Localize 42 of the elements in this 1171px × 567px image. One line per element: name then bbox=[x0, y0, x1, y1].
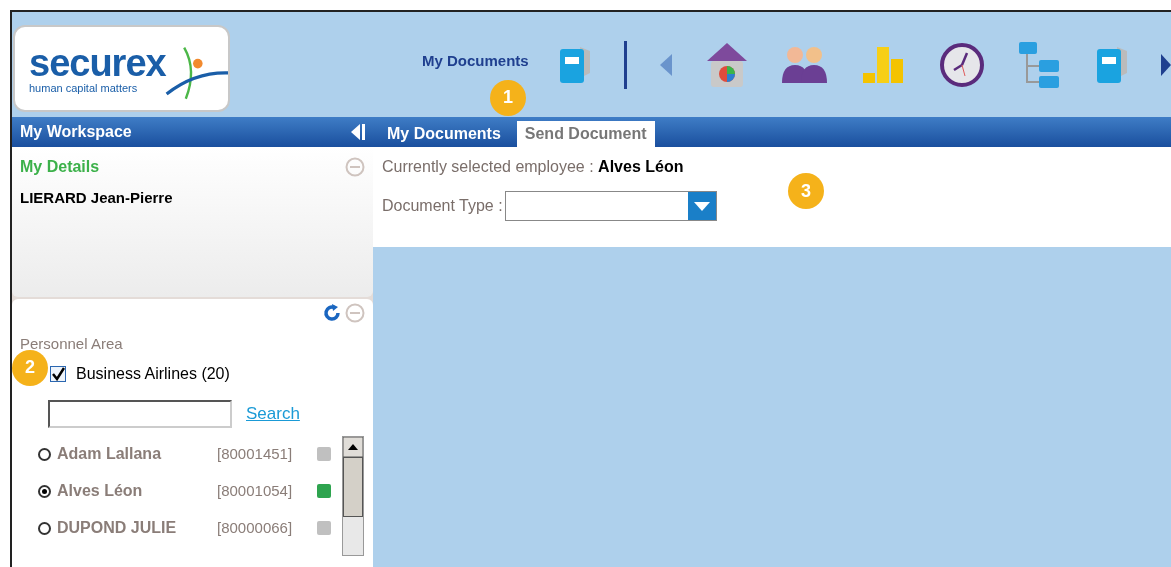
employee-id: [80001054] bbox=[217, 480, 294, 501]
page-title: My Documents bbox=[422, 50, 529, 71]
workspace-title: My Workspace bbox=[20, 122, 132, 142]
toolbar-separator bbox=[624, 40, 627, 89]
scroll-up-icon[interactable] bbox=[343, 436, 363, 457]
employee-id: [80000066] bbox=[217, 517, 294, 538]
right-arrow-icon[interactable] bbox=[1161, 52, 1171, 77]
logo-tagline: human capital matters bbox=[29, 81, 138, 94]
document-type-dropdown[interactable] bbox=[504, 191, 717, 221]
callout-badge: 2 bbox=[12, 349, 48, 386]
employee-row[interactable]: Adam Lallana [80001451] bbox=[20, 435, 342, 473]
tab[interactable]: My Documents bbox=[379, 121, 509, 147]
clock-icon[interactable] bbox=[939, 41, 985, 88]
employee-row[interactable]: DUPOND JULIE [80000066] bbox=[20, 509, 342, 547]
employee-summary: Currently selected employee : Alves Léon bbox=[382, 157, 685, 177]
employee-row[interactable]: Alves Léon [80001054] bbox=[20, 472, 342, 510]
collapse-panel-icon[interactable] bbox=[351, 124, 365, 140]
dropdown-caret-icon[interactable] bbox=[687, 192, 716, 220]
people-icon[interactable] bbox=[781, 44, 829, 85]
radio-button[interactable] bbox=[38, 447, 51, 461]
employee-name: DUPOND JULIE bbox=[57, 518, 178, 538]
employee-id: [80001451] bbox=[217, 443, 294, 464]
panel-title: My Details bbox=[20, 157, 100, 177]
radio-button[interactable] bbox=[38, 484, 51, 498]
scroll-thumb[interactable] bbox=[343, 456, 363, 517]
house-icon[interactable] bbox=[705, 40, 749, 89]
search-field[interactable] bbox=[48, 399, 232, 428]
checkmark-icon bbox=[51, 366, 65, 381]
checkbox[interactable] bbox=[50, 365, 66, 382]
refresh-icon[interactable] bbox=[323, 304, 341, 322]
logo-wordmark: securex bbox=[29, 43, 166, 82]
radio-button[interactable] bbox=[38, 521, 51, 535]
search-link[interactable]: Search bbox=[246, 400, 300, 427]
field-label: Document Type : bbox=[382, 196, 503, 216]
area-label: Business Airlines (20) bbox=[76, 363, 230, 384]
scrollbar[interactable] bbox=[342, 435, 364, 556]
employee-name: LIERARD Jean-Pierre bbox=[20, 188, 174, 208]
callout-badge: 3 bbox=[788, 173, 824, 209]
callout-badge: 1 bbox=[490, 79, 526, 116]
tab[interactable]: Send Document bbox=[516, 121, 655, 147]
employee-name: Adam Lallana bbox=[57, 444, 163, 464]
employee-name: Alves Léon bbox=[57, 481, 144, 501]
